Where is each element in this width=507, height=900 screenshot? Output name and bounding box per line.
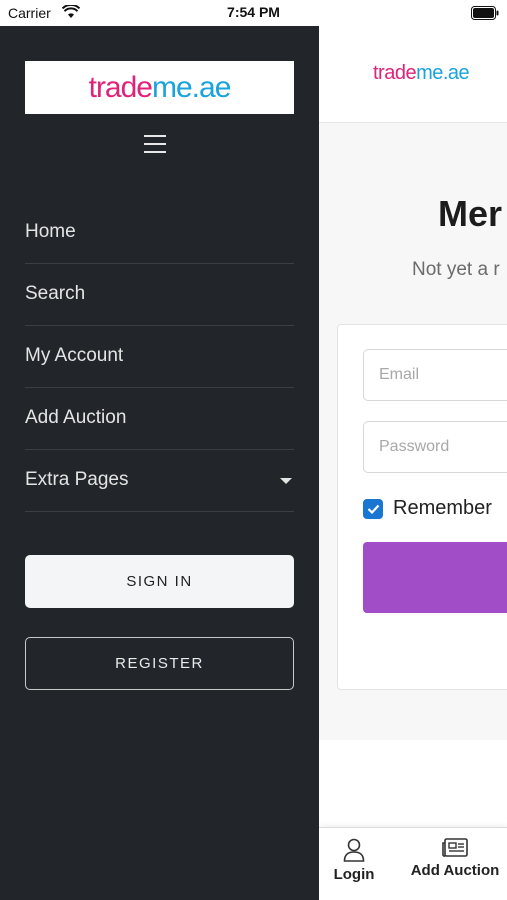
nav-item-search[interactable]: Search [25, 264, 294, 326]
tab-add-auction-label: Add Auction [410, 862, 500, 879]
nav-item-label: Home [25, 221, 76, 242]
side-drawer: trademe.ae Home Search My Account Add Au… [0, 26, 319, 900]
header-logo[interactable]: trademe.ae [373, 62, 470, 85]
person-icon [343, 838, 365, 862]
sign-in-button[interactable]: SIGN IN [25, 555, 294, 608]
nav-item-label: Add Auction [25, 407, 127, 428]
tab-add-auction[interactable]: Add Auction [403, 838, 507, 879]
page-body: Mer Not yet a r Email Password Remember [319, 123, 507, 740]
nav-item-add-auction[interactable]: Add Auction [25, 388, 294, 450]
nav-item-my-account[interactable]: My Account [25, 326, 294, 388]
nav-item-label: Extra Pages [25, 469, 129, 490]
login-button[interactable] [363, 542, 507, 613]
clock: 7:54 PM [227, 4, 280, 20]
battery-icon [471, 6, 499, 20]
nav-item-label: My Account [25, 345, 124, 366]
drawer-nav: Home Search My Account Add Auction Extra… [25, 202, 294, 512]
nav-item-label: Search [25, 283, 86, 304]
newspaper-icon [442, 838, 468, 857]
nav-item-extra-pages[interactable]: Extra Pages [25, 450, 294, 512]
drawer-logo[interactable]: trademe.ae [25, 61, 294, 114]
nav-item-home[interactable]: Home [25, 202, 294, 264]
page-title: Mer [438, 193, 503, 234]
register-prompt: Not yet a r [412, 259, 500, 280]
password-field[interactable]: Password [363, 421, 507, 473]
login-form-card: Email Password Remember [337, 324, 507, 690]
logo-text: trademe.ae [88, 70, 232, 104]
tab-bar: Login Add Auction [319, 827, 507, 900]
tab-login-label: Login [333, 866, 375, 883]
caret-down-icon [280, 478, 292, 484]
email-field[interactable]: Email [363, 349, 507, 401]
remember-label: Remember [393, 497, 492, 519]
hamburger-icon[interactable] [144, 135, 166, 153]
tab-login[interactable]: Login [329, 838, 379, 883]
remember-me: Remember [363, 497, 492, 520]
remember-checkbox[interactable] [363, 498, 383, 519]
status-bar: Carrier 7:54 PM [0, 0, 507, 26]
register-button[interactable]: REGISTER [25, 637, 294, 690]
checkmark-icon [367, 504, 379, 514]
page-header: trademe.ae [319, 26, 507, 123]
